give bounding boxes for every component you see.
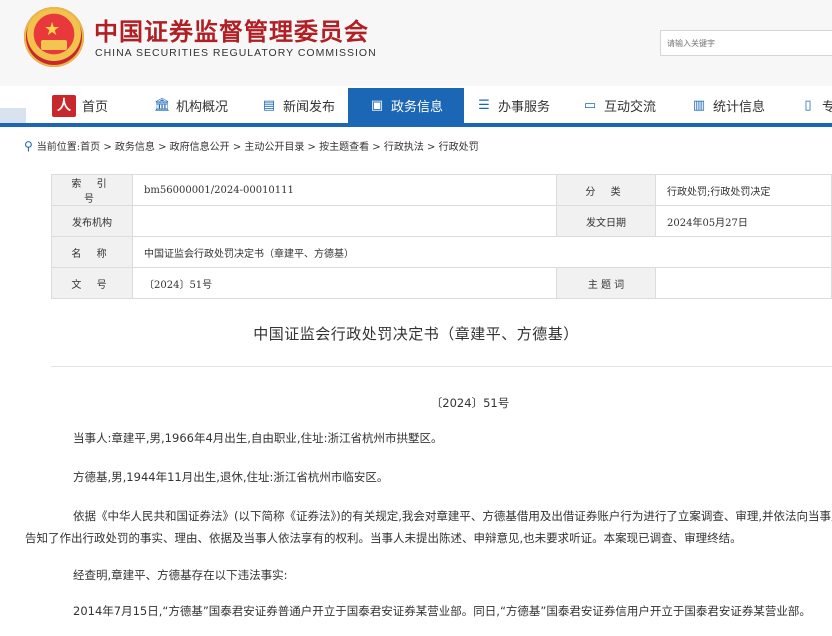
paragraph: 当事人:章建平,男,1966年4月出生,自由职业,住址:浙江省杭州市拱墅区。 <box>73 431 443 445</box>
nav-item-label: 统计信息 <box>713 100 766 115</box>
building-icon: 🏛 <box>154 97 171 113</box>
form-icon: ☰ <box>478 97 490 113</box>
national-emblem-icon: ★ <box>24 7 84 67</box>
site-header: ★ 中国证券监督管理委员会 CHINA SECURITIES REGULATOR… <box>0 0 832 86</box>
nav-item-label: 互动交流 <box>604 100 657 115</box>
issuer-label: 发布机构 <box>51 205 133 237</box>
divider <box>51 366 832 367</box>
news-icon: ▤ <box>262 97 276 113</box>
index-value: bm56000001/2024-00010111 <box>132 174 557 206</box>
table-row: 索 引 号 bm56000001/2024-00010111 分 类 行政处罚;… <box>51 174 832 206</box>
site-subtitle: CHINA SECURITIES REGULATORY COMMISSION <box>95 47 377 59</box>
issuer-value <box>132 205 557 237</box>
home-icon: 人 <box>52 94 76 117</box>
nav-item-label: 新闻发布 <box>283 100 336 115</box>
nav-item-label: 政务信息 <box>391 100 444 115</box>
nav-item-statistics[interactable]: ▥ 统计信息 <box>691 88 765 123</box>
paragraph: 方德基,男,1944年11月出生,退休,住址:浙江省杭州市临安区。 <box>73 470 389 484</box>
search-box[interactable] <box>660 30 832 56</box>
nav-item-home[interactable]: 人 首页 <box>52 88 108 123</box>
search-input[interactable] <box>661 31 832 56</box>
nav-item-label: 专 <box>822 100 832 115</box>
date-value: 2024年05月27日 <box>655 205 832 237</box>
bar-chart-icon: ▥ <box>692 97 706 113</box>
keyword-value <box>655 267 832 299</box>
document-icon: ▯ <box>804 97 812 113</box>
location-pin-icon: ⚲ <box>24 138 33 153</box>
monitor-icon: ▣ <box>370 97 384 113</box>
paragraph: 2014年7月15日,“方德基”国泰君安证券普通户开立于国泰君安证券某营业部。同… <box>73 604 811 618</box>
nav-item-news[interactable]: ▤ 新闻发布 <box>261 88 335 123</box>
paragraph: 经查明,章建平、方德基存在以下违法事实: <box>73 568 288 582</box>
nav-item-about[interactable]: 🏛 机构概况 <box>154 88 228 123</box>
index-label: 索 引 号 <box>51 174 133 206</box>
table-row: 发布机构 发文日期 2024年05月27日 <box>51 205 832 237</box>
category-label: 分 类 <box>556 174 656 206</box>
docno-label: 文 号 <box>51 267 133 299</box>
site-title: 中国证券监督管理委员会 <box>94 18 369 46</box>
name-value: 中国证监会行政处罚决定书（章建平、方德基） <box>132 236 832 268</box>
nav-item-label: 首页 <box>82 100 109 115</box>
name-label: 名 称 <box>51 236 133 268</box>
document-title: 中国证监会行政处罚决定书（章建平、方德基） <box>253 325 579 343</box>
nav-item-government-info[interactable]: ▣ 政务信息 <box>348 88 465 123</box>
paragraph: 依据《中华人民共和国证券法》(以下简称《证券法》)的有关规定,我会对章建平、方德… <box>25 509 832 545</box>
chat-icon: ▭ <box>583 97 597 113</box>
date-label: 发文日期 <box>556 205 656 237</box>
keyword-label: 主 题 词 <box>556 267 656 299</box>
nav-item-services[interactable]: ☰ 办事服务 <box>476 88 550 123</box>
category-value: 行政处罚;行政处罚决定 <box>655 174 832 206</box>
table-row: 名 称 中国证监会行政处罚决定书（章建平、方德基） <box>51 236 832 268</box>
nav-item-label: 办事服务 <box>498 100 551 115</box>
nav-item-topics[interactable]: ▯ 专 <box>800 88 832 123</box>
table-row: 文 号 〔2024〕51号 主 题 词 <box>51 267 832 299</box>
document-info-table: 索 引 号 bm56000001/2024-00010111 分 类 行政处罚;… <box>51 174 832 299</box>
nav-item-label: 机构概况 <box>176 100 229 115</box>
nav-item-interaction[interactable]: ▭ 互动交流 <box>582 88 656 123</box>
docno-value: 〔2024〕51号 <box>132 267 557 299</box>
breadcrumb-prefix: 当前位置: <box>36 142 81 153</box>
document-number: 〔2024〕51号 <box>430 396 510 410</box>
breadcrumb: ⚲ 当前位置: 首页 > 政务信息 > 政府信息公开 > 主动公开目录 > 按主… <box>24 138 479 154</box>
nav-underline <box>0 123 832 127</box>
breadcrumb-path[interactable]: 首页 > 政务信息 > 政府信息公开 > 主动公开目录 > 按主题查看 > 行政… <box>80 138 478 153</box>
